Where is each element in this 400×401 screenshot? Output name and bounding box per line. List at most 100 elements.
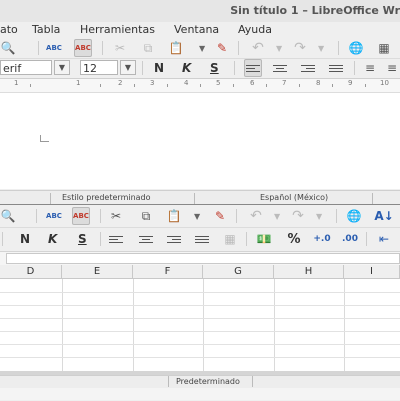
- align-left-icon[interactable]: [108, 231, 124, 247]
- italic-button[interactable]: K: [48, 232, 57, 246]
- toolbar-separator: [354, 61, 355, 75]
- print-preview-icon[interactable]: 🔍: [0, 40, 16, 56]
- toolbar-separator: [366, 232, 367, 246]
- copy-icon[interactable]: ⧉: [138, 208, 154, 224]
- toolbar-separator: [100, 209, 101, 223]
- merge-cells-icon[interactable]: ▦: [222, 231, 238, 247]
- ruler-tick: [134, 84, 135, 87]
- menu-ventana[interactable]: Ventana: [174, 23, 219, 36]
- ruler-tick: [100, 84, 101, 87]
- add-decimal-icon[interactable]: +.0: [313, 231, 330, 247]
- status-separator: [50, 193, 51, 204]
- align-center-icon[interactable]: [272, 60, 288, 76]
- ruler-number: 8: [316, 79, 321, 87]
- ruler-number: 7: [282, 79, 287, 87]
- undo-icon[interactable]: ↶: [250, 40, 266, 56]
- writer-formatting-toolbar: erif ▼ 12 ▼ N K S ≡ ≡: [0, 58, 400, 79]
- writer-standard-toolbar: 🔍 ABC ABC ✂ ⧉ 📋 ▼ ✎ ↶ ▼ ↷ ▼ 🌐 ▦: [0, 38, 400, 59]
- column-header-d[interactable]: D: [0, 265, 62, 279]
- menu-herramientas[interactable]: Herramientas: [80, 23, 155, 36]
- column-header-f[interactable]: F: [133, 265, 203, 279]
- paste-dropdown-icon[interactable]: ▼: [194, 212, 200, 221]
- column-header-g[interactable]: G: [203, 265, 274, 279]
- decrease-indent-icon[interactable]: ⇤: [376, 231, 392, 247]
- column-header-i[interactable]: I: [344, 265, 400, 279]
- align-right-icon[interactable]: [166, 231, 182, 247]
- cut-icon[interactable]: ✂: [112, 40, 128, 56]
- spreadsheet-grid[interactable]: D E F G H I: [0, 265, 400, 371]
- writer-titlebar[interactable]: Sin título 1 – LibreOffice Wr: [0, 0, 400, 22]
- column-header-h[interactable]: H: [274, 265, 344, 279]
- hyperlink-icon[interactable]: 🌐: [346, 208, 362, 224]
- print-preview-icon[interactable]: 🔍: [0, 208, 16, 224]
- redo-dropdown-icon[interactable]: ▼: [316, 212, 322, 221]
- ruler-tick: [200, 84, 201, 87]
- auto-spellcheck-icon[interactable]: ABC: [74, 39, 92, 57]
- language-status[interactable]: Español (México): [260, 193, 328, 202]
- paste-dropdown-icon[interactable]: ▼: [199, 44, 205, 53]
- auto-spellcheck-icon[interactable]: ABC: [72, 207, 90, 225]
- column-header-e[interactable]: E: [62, 265, 133, 279]
- insert-table-icon[interactable]: ▦: [376, 40, 392, 56]
- numbered-list-icon[interactable]: ≡: [384, 60, 400, 76]
- grid-line: [0, 331, 400, 332]
- copy-icon[interactable]: ⧉: [140, 40, 156, 56]
- horizontal-ruler[interactable]: 1 1 2 3 4 5 6 7 8 9 10: [0, 79, 400, 93]
- bulleted-list-icon[interactable]: ≡: [362, 60, 378, 76]
- align-center-icon[interactable]: [138, 231, 154, 247]
- window-title: Sin título 1 – LibreOffice Wr: [230, 4, 400, 17]
- clone-formatting-icon[interactable]: ✎: [214, 40, 230, 56]
- menu-formato[interactable]: ato: [0, 23, 18, 36]
- toolbar-separator: [36, 209, 37, 223]
- paste-icon[interactable]: 📋: [166, 208, 182, 224]
- justify-icon[interactable]: [194, 231, 210, 247]
- undo-icon[interactable]: ↶: [248, 208, 264, 224]
- text-boundary-mark: [40, 135, 49, 142]
- ruler-tick: [167, 84, 168, 87]
- undo-dropdown-icon[interactable]: ▼: [274, 212, 280, 221]
- font-size-dropdown-icon[interactable]: ▼: [120, 60, 136, 75]
- clone-formatting-icon[interactable]: ✎: [212, 208, 228, 224]
- toolbar-separator: [234, 61, 235, 75]
- font-size-box[interactable]: 12: [80, 60, 118, 75]
- redo-icon[interactable]: ↷: [290, 208, 306, 224]
- page-style-status[interactable]: Estilo predeterminado: [62, 193, 151, 202]
- underline-button[interactable]: S: [78, 232, 87, 246]
- ruler-number: 9: [348, 79, 353, 87]
- align-right-icon[interactable]: [300, 60, 316, 76]
- spellcheck-icon[interactable]: ABC: [46, 40, 62, 56]
- toolbar-separator: [238, 41, 239, 55]
- status-separator: [168, 376, 169, 387]
- underline-button[interactable]: S: [210, 61, 219, 75]
- sort-ascending-icon[interactable]: A↓: [374, 208, 393, 224]
- spellcheck-icon[interactable]: ABC: [46, 208, 62, 224]
- undo-dropdown-icon[interactable]: ▼: [276, 44, 282, 53]
- toolbar-separator: [142, 61, 143, 75]
- redo-dropdown-icon[interactable]: ▼: [318, 44, 324, 53]
- italic-button[interactable]: K: [182, 61, 191, 75]
- cut-icon[interactable]: ✂: [108, 208, 124, 224]
- formula-input[interactable]: [6, 253, 400, 264]
- ruler-number: 1: [14, 79, 19, 87]
- align-left-icon[interactable]: [244, 59, 262, 77]
- hyperlink-icon[interactable]: 🌐: [348, 40, 364, 56]
- menu-tabla[interactable]: Tabla: [32, 23, 60, 36]
- writer-menubar: ato Tabla Herramientas Ventana Ayuda: [0, 22, 400, 38]
- page-style-status[interactable]: Predeterminado: [176, 377, 240, 386]
- delete-decimal-icon[interactable]: .00: [342, 231, 358, 247]
- percent-format-icon[interactable]: %: [286, 231, 302, 247]
- bold-button[interactable]: N: [154, 61, 164, 75]
- font-name-box[interactable]: erif: [0, 60, 52, 75]
- justify-icon[interactable]: [328, 60, 344, 76]
- ruler-number: 2: [118, 79, 123, 87]
- document-page[interactable]: [0, 93, 400, 189]
- paste-icon[interactable]: 📋: [168, 40, 184, 56]
- grid-line: [0, 305, 400, 306]
- menu-ayuda[interactable]: Ayuda: [238, 23, 272, 36]
- ruler-tick: [266, 84, 267, 87]
- redo-icon[interactable]: ↷: [292, 40, 308, 56]
- ruler-tick: [30, 84, 31, 87]
- currency-format-icon[interactable]: 💵: [256, 231, 272, 247]
- font-name-dropdown-icon[interactable]: ▼: [54, 60, 70, 75]
- bold-button[interactable]: N: [20, 232, 30, 246]
